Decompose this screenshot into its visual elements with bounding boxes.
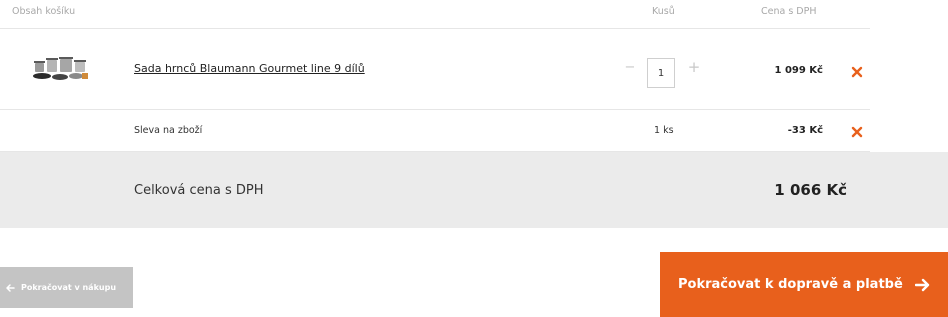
discount-label: Sleva na zboží — [134, 125, 203, 136]
cart-header: Obsah košíku Kusů Cena s DPH — [0, 0, 870, 29]
column-header-quantity: Kusů — [652, 6, 675, 17]
quantity-input[interactable] — [647, 58, 675, 88]
discount-price: -33 Kč — [787, 125, 823, 136]
continue-to-shipping-label: Pokračovat k dopravě a platbě — [678, 277, 903, 292]
cookware-set-image — [33, 57, 88, 80]
product-thumbnail[interactable] — [30, 54, 92, 84]
discount-row: Sleva na zboží 1 ks -33 Kč — [0, 110, 870, 152]
quantity-decrease-button[interactable]: − — [622, 60, 638, 75]
close-icon — [851, 126, 863, 138]
cart-total: Celková cena s DPH 1 066 Kč — [0, 152, 948, 228]
discount-quantity: 1 ks — [654, 125, 674, 136]
arrow-left-icon — [6, 283, 15, 292]
column-header-contents: Obsah košíku — [12, 6, 76, 17]
remove-item-button[interactable] — [850, 64, 864, 78]
close-icon — [851, 66, 863, 78]
total-value: 1 066 Kč — [774, 181, 847, 199]
arrow-right-icon — [914, 278, 929, 291]
continue-shopping-label: Pokračovat v nákupu — [21, 283, 117, 292]
item-price: 1 099 Kč — [774, 65, 823, 76]
continue-shopping-button[interactable]: Pokračovat v nákupu — [0, 267, 133, 308]
remove-discount-button[interactable] — [850, 124, 864, 138]
column-header-price: Cena s DPH — [761, 6, 817, 17]
total-label: Celková cena s DPH — [134, 183, 264, 198]
continue-to-shipping-button[interactable]: Pokračovat k dopravě a platbě — [660, 252, 948, 317]
cart-item-row: Sada hrnců Blaumann Gourmet line 9 dílů … — [0, 29, 870, 110]
quantity-increase-button[interactable]: + — [686, 58, 702, 76]
product-name-link[interactable]: Sada hrnců Blaumann Gourmet line 9 dílů — [134, 62, 365, 75]
